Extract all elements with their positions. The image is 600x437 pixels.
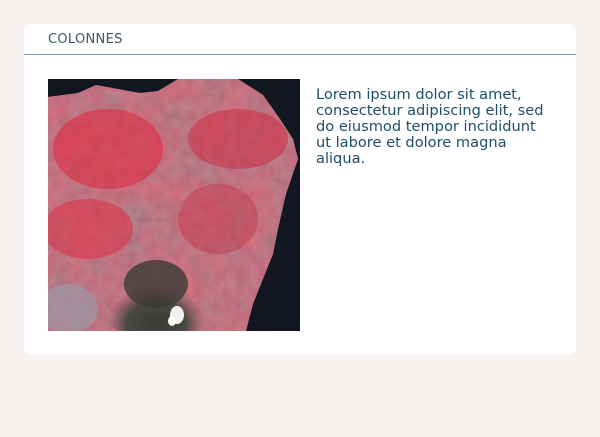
columns-card: COLONNES Lorem ipsum dolor sit amet, con… bbox=[24, 24, 576, 355]
card-body: Lorem ipsum dolor sit amet, consectetur … bbox=[24, 55, 576, 355]
card-header: COLONNES bbox=[24, 24, 576, 55]
satellite-image bbox=[48, 79, 300, 331]
body-paragraph: Lorem ipsum dolor sit amet, consectetur … bbox=[316, 86, 544, 167]
card-title: COLONNES bbox=[48, 31, 123, 47]
satellite-image-graphic bbox=[48, 79, 300, 331]
